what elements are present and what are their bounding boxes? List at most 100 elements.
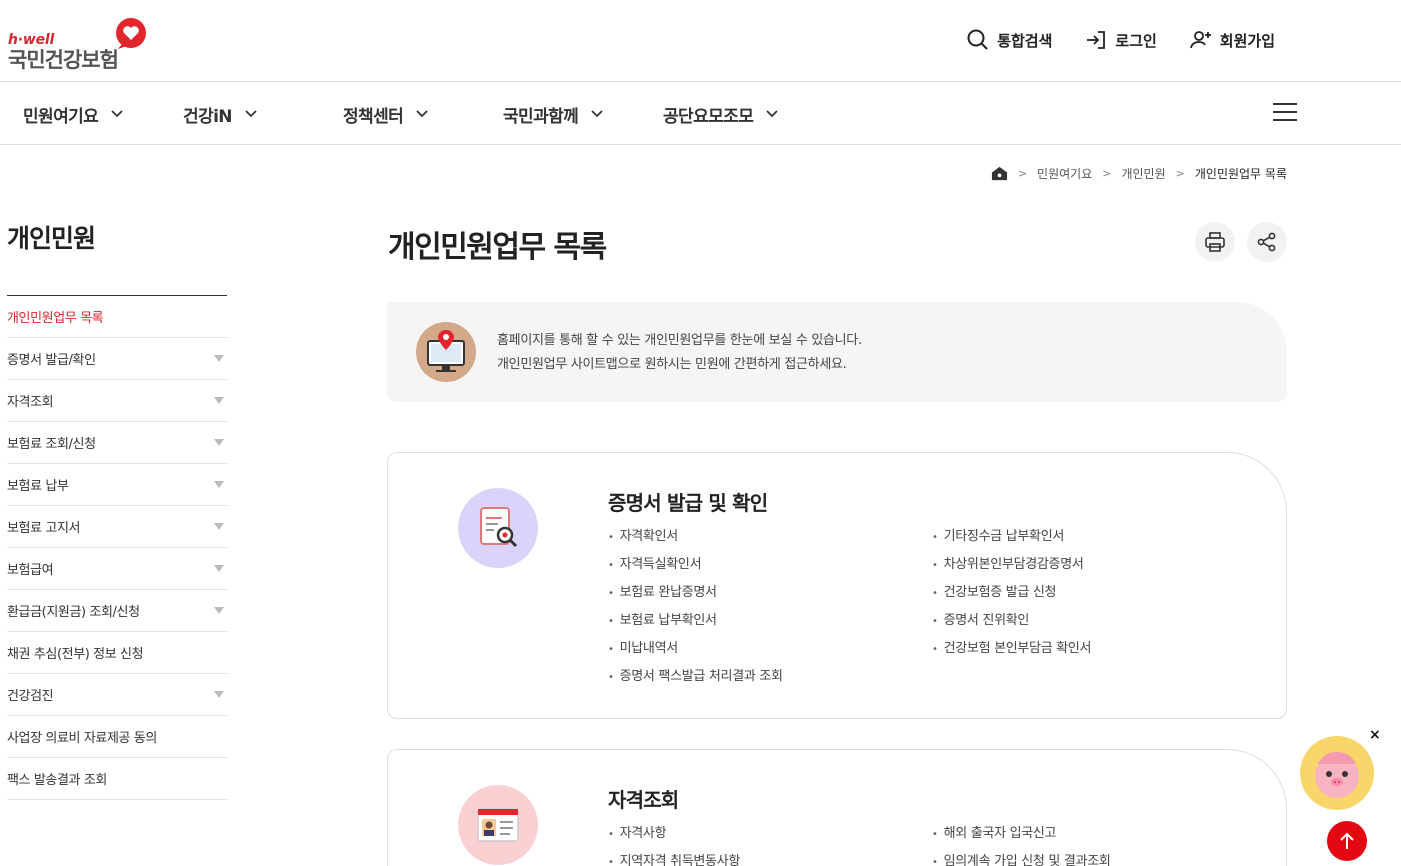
side-nav: 개인민원 개인민원업무 목록 증명서 발급/확인 자격조회 보험료 조회/신청 … bbox=[7, 215, 227, 800]
side-nav-item-label: 증명서 발급/확인 bbox=[7, 353, 96, 368]
search-icon bbox=[967, 29, 988, 50]
logo[interactable]: h·well 국민건강보험 bbox=[8, 18, 158, 72]
intro-line: 홈페이지를 통해 할 수 있는 개인민원업무를 한눈에 보실 수 있습니다. bbox=[497, 333, 862, 348]
card-link[interactable]: 임의계속 가입 신청 및 결과조회 bbox=[932, 852, 1256, 866]
login-link-label: 로그인 bbox=[1115, 31, 1157, 50]
card-link[interactable]: 해외 출국자 입국신고 bbox=[932, 824, 1256, 852]
chatbot-mascot-icon bbox=[1315, 752, 1359, 798]
service-card-qualification: 자격조회 자격사항 지역자격 취득변동사항 해외 출국자 입국신고 임의계속 가… bbox=[387, 749, 1287, 866]
side-nav-item-label: 자격조회 bbox=[7, 395, 54, 410]
breadcrumb-item[interactable]: 개인민원 bbox=[1121, 165, 1165, 182]
hamburger-line bbox=[1273, 111, 1297, 113]
chatbot-button[interactable] bbox=[1300, 736, 1374, 810]
card-link[interactable]: 증명서 진위확인 bbox=[932, 611, 1256, 639]
gnb-item-policy[interactable]: 정책센터 bbox=[343, 83, 429, 145]
intro-box: 홈페이지를 통해 할 수 있는 개인민원업무를 한눈에 보실 수 있습니다. 개… bbox=[387, 302, 1287, 402]
card-links-col: 자격확인서 자격득실확인서 보험료 완납증명서 보험료 납부확인서 미납내역서 … bbox=[608, 527, 932, 695]
gnb-item-label: 민원여기요 bbox=[23, 106, 99, 127]
gnb-item-label: 공단요모조모 bbox=[663, 106, 754, 127]
print-button[interactable] bbox=[1195, 222, 1235, 262]
gnb-item-civil[interactable]: 민원여기요 bbox=[23, 83, 124, 145]
triangle-down-icon bbox=[214, 607, 224, 614]
breadcrumb-current: 개인민원업무 목록 bbox=[1194, 167, 1287, 181]
hamburger-line bbox=[1273, 103, 1297, 105]
gnb-item-label: 국민과함께 bbox=[503, 106, 579, 127]
id-card-icon-graphic bbox=[477, 808, 519, 842]
side-nav-item-checkup[interactable]: 건강검진 bbox=[7, 674, 227, 716]
side-nav-title: 개인민원 bbox=[7, 215, 227, 296]
side-nav-item-qualification[interactable]: 자격조회 bbox=[7, 380, 227, 422]
card-links-col: 해외 출국자 입국신고 임의계속 가입 신청 및 결과조회 bbox=[932, 824, 1256, 866]
search-link[interactable]: 통합검색 bbox=[966, 28, 1052, 52]
side-nav-item-debt-collection[interactable]: 채권 추심(전부) 정보 신청 bbox=[7, 632, 227, 674]
heart-logo-icon bbox=[116, 18, 146, 49]
search-link-label: 통합검색 bbox=[997, 31, 1053, 50]
card-link[interactable]: 자격확인서 bbox=[608, 527, 932, 555]
side-nav-item-medical-consent[interactable]: 사업장 의료비 자료제공 동의 bbox=[7, 716, 227, 758]
side-nav-item-premium-inquiry[interactable]: 보험료 조회/신청 bbox=[7, 422, 227, 464]
share-button[interactable] bbox=[1247, 222, 1287, 262]
card-links-col: 자격사항 지역자격 취득변동사항 bbox=[608, 824, 932, 866]
side-nav-item-label: 채권 추심(전부) 정보 신청 bbox=[7, 647, 144, 662]
card-link[interactable]: 건강보험증 발급 신청 bbox=[932, 583, 1256, 611]
chevron-down-icon bbox=[591, 110, 603, 118]
card-title: 자격조회 bbox=[608, 788, 679, 812]
gnb-item-health-in[interactable]: 건강iN bbox=[183, 83, 258, 145]
breadcrumb-separator: > bbox=[1017, 167, 1028, 180]
card-link[interactable]: 보험료 완납증명서 bbox=[608, 583, 932, 611]
gnb-item-together[interactable]: 국민과함께 bbox=[503, 83, 604, 145]
card-link[interactable]: 미납내역서 bbox=[608, 639, 932, 667]
utility-nav: 통합검색 로그인 회원가입 bbox=[966, 28, 1275, 52]
chevron-down-icon bbox=[416, 110, 428, 118]
breadcrumb-separator: > bbox=[1175, 167, 1185, 180]
home-icon[interactable] bbox=[991, 165, 1008, 182]
side-nav-item-premium-payment[interactable]: 보험료 납부 bbox=[7, 464, 227, 506]
side-nav-item-label: 건강검진 bbox=[7, 689, 54, 704]
logo-ko: 국민건강보험 bbox=[8, 48, 119, 72]
monitor-location-icon bbox=[416, 322, 476, 382]
hamburger-line bbox=[1273, 119, 1297, 121]
signup-link[interactable]: 회원가입 bbox=[1189, 28, 1275, 52]
triangle-down-icon bbox=[214, 439, 224, 446]
side-nav-item-label: 사업장 의료비 자료제공 동의 bbox=[7, 731, 157, 746]
side-nav-item-label: 보험료 고지서 bbox=[7, 521, 81, 536]
chevron-down-icon bbox=[111, 110, 123, 118]
card-link[interactable]: 지역자격 취득변동사항 bbox=[608, 852, 932, 866]
login-icon bbox=[1087, 31, 1106, 49]
triangle-down-icon bbox=[214, 481, 224, 488]
side-nav-item-benefits[interactable]: 보험급여 bbox=[7, 548, 227, 590]
gnb-item-about[interactable]: 공단요모조모 bbox=[663, 83, 779, 145]
triangle-down-icon bbox=[214, 397, 224, 404]
signup-link-label: 회원가입 bbox=[1219, 31, 1275, 50]
side-nav-item-label: 보험료 조회/신청 bbox=[7, 437, 96, 452]
chevron-down-icon bbox=[245, 110, 257, 118]
document-search-icon bbox=[458, 488, 538, 568]
side-nav-item-list[interactable]: 개인민원업무 목록 bbox=[7, 296, 227, 338]
side-nav-item-fax-result[interactable]: 팩스 발송결과 조회 bbox=[7, 758, 227, 800]
card-link[interactable]: 보험료 납부확인서 bbox=[608, 611, 932, 639]
card-links: 자격사항 지역자격 취득변동사항 해외 출국자 입국신고 임의계속 가입 신청 … bbox=[608, 824, 1256, 866]
side-nav-item-refund[interactable]: 환급금(지원금) 조회/신청 bbox=[7, 590, 227, 632]
all-menu-button[interactable] bbox=[1273, 103, 1297, 123]
card-link[interactable]: 건강보험 본인부담금 확인서 bbox=[932, 639, 1256, 667]
arrow-up-icon bbox=[1340, 832, 1354, 849]
main-nav: 민원여기요 건강iN 정책센터 국민과함께 공단요모조모 bbox=[0, 83, 1401, 145]
card-link[interactable]: 기타징수금 납부확인서 bbox=[932, 527, 1256, 555]
gnb-item-label: 건강iN bbox=[183, 106, 233, 127]
gnb-item-label: 정책센터 bbox=[343, 106, 404, 127]
side-nav-item-certificate[interactable]: 증명서 발급/확인 bbox=[7, 338, 227, 380]
side-nav-item-premium-notice[interactable]: 보험료 고지서 bbox=[7, 506, 227, 548]
monitor-location-icon-graphic bbox=[427, 330, 465, 372]
card-link[interactable]: 차상위본인부담경감증명서 bbox=[932, 555, 1256, 583]
card-link[interactable]: 자격득실확인서 bbox=[608, 555, 932, 583]
breadcrumb: > 민원여기요 > 개인민원 > 개인민원업무 목록 bbox=[991, 165, 1287, 182]
login-link[interactable]: 로그인 bbox=[1084, 28, 1157, 52]
breadcrumb-item[interactable]: 민원여기요 bbox=[1037, 165, 1092, 182]
id-card-icon bbox=[458, 785, 538, 865]
side-nav-item-label: 환급금(지원금) 조회/신청 bbox=[7, 605, 140, 620]
scroll-top-button[interactable] bbox=[1327, 821, 1367, 861]
card-link[interactable]: 증명서 팩스발급 처리결과 조회 bbox=[608, 667, 932, 695]
triangle-down-icon bbox=[214, 355, 224, 362]
card-link[interactable]: 자격사항 bbox=[608, 824, 932, 852]
triangle-down-icon bbox=[214, 691, 224, 698]
